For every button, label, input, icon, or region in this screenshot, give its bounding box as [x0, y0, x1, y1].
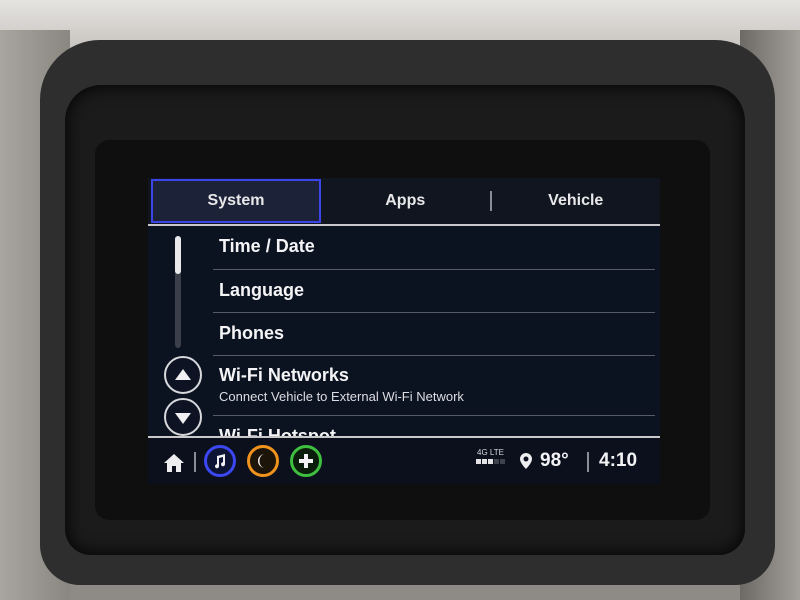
arrow-up-icon: [175, 368, 191, 380]
scroll-down-button[interactable]: [164, 398, 202, 436]
list-item-subtitle: Connect Vehicle to External Wi-Fi Networ…: [219, 389, 464, 404]
bar-divider: [194, 452, 196, 472]
list-item-title: Phones: [219, 323, 285, 343]
phone-app-button[interactable]: [247, 445, 279, 477]
scroll-up-button[interactable]: [164, 356, 202, 394]
arrow-down-icon: [175, 413, 191, 424]
outside-temperature: 98°: [540, 450, 569, 471]
network-indicator: 4G LTE: [476, 448, 505, 464]
tab-system[interactable]: System: [151, 179, 321, 223]
audio-app-button[interactable]: [204, 445, 236, 477]
list-item-time-date[interactable]: Time / Date: [213, 228, 655, 270]
home-icon[interactable]: [162, 452, 186, 474]
list-item-title: Wi-Fi Networks: [219, 365, 349, 385]
clock: 4:10: [599, 450, 638, 471]
settings-list: Time / Date Language Phones Wi-Fi Networ…: [148, 228, 660, 446]
network-label: 4G LTE: [477, 448, 504, 457]
location-pin-icon: [520, 453, 532, 469]
music-icon: [215, 454, 226, 469]
bar-divider: [587, 452, 589, 472]
signal-strength-icon: [476, 459, 505, 464]
phone-icon: [258, 454, 265, 468]
list-item-title: Language: [219, 280, 305, 300]
list-item-language[interactable]: Language: [213, 270, 655, 313]
tab-apps[interactable]: Apps: [321, 179, 490, 223]
list-item-wifi-networks[interactable]: Wi-Fi Networks Connect Vehicle to Extern…: [213, 356, 655, 416]
onstar-app-button[interactable]: [290, 445, 322, 477]
tab-vehicle[interactable]: Vehicle: [492, 179, 661, 223]
list-item-title: Time / Date: [219, 236, 315, 256]
infotainment-screen: System Apps Vehicle Time / Date Language…: [148, 178, 660, 484]
scrollbar-thumb[interactable]: [175, 236, 181, 274]
list-item-phones[interactable]: Phones: [213, 313, 655, 356]
onstar-icon: [299, 454, 313, 468]
bottom-status-bar: 4G LTE 98° 4:10: [148, 436, 660, 484]
tab-bar: System Apps Vehicle: [148, 178, 660, 226]
